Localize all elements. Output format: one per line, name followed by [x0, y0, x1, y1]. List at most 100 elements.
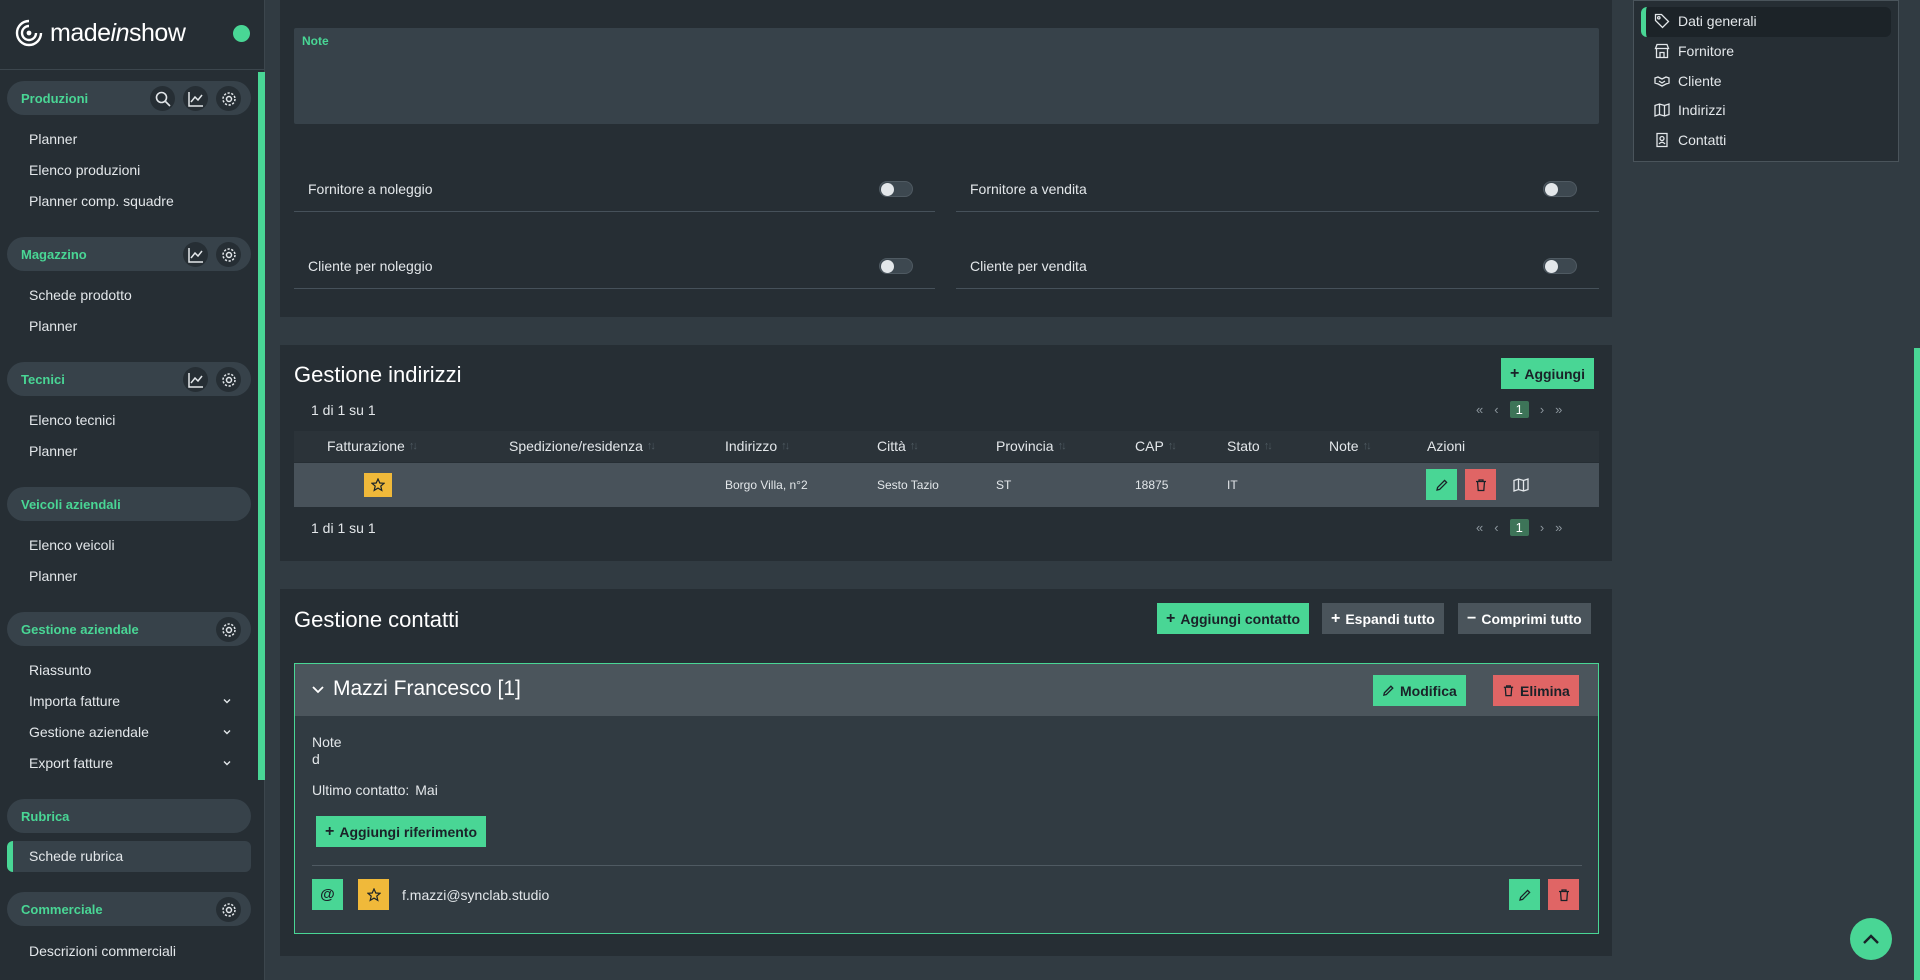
section-tecnici[interactable]: Tecnici	[7, 362, 251, 396]
section-nav-label: Fornitore	[1678, 43, 1735, 59]
add-address-button[interactable]: + Aggiungi	[1501, 358, 1594, 389]
first-page-icon[interactable]: «	[1476, 402, 1483, 417]
sidebar-item-planner[interactable]: Planner	[29, 318, 77, 334]
section-magazzino[interactable]: Magazzino	[7, 237, 251, 271]
sidebar-item-gestione-aziendale[interactable]: Gestione aziendale	[29, 724, 149, 740]
scroll-to-top-button[interactable]	[1850, 918, 1892, 960]
addresses-title: Gestione indirizzi	[294, 362, 462, 387]
sidebar-item-schede-prodotto[interactable]: Schede prodotto	[29, 287, 132, 303]
star-icon[interactable]	[358, 879, 389, 910]
edit-icon[interactable]	[1509, 879, 1540, 910]
col-citta[interactable]: Città ↑↓	[877, 438, 919, 454]
chevron-down-icon[interactable]	[222, 758, 232, 768]
col-indirizzo[interactable]: Indirizzo ↑↓	[725, 438, 790, 454]
chart-icon[interactable]	[183, 86, 208, 111]
contacts-title: Gestione contatti	[294, 607, 460, 632]
chart-icon[interactable]	[183, 367, 208, 392]
collapse-all-label: Comprimi tutto	[1481, 610, 1582, 627]
map-icon[interactable]	[1505, 469, 1536, 500]
section-produzioni[interactable]: Produzioni	[7, 81, 251, 115]
sidebar-item-riassunto[interactable]: Riassunto	[29, 662, 91, 678]
section-gestione-aziendale[interactable]: Gestione aziendale	[7, 612, 251, 646]
cell-citta: Sesto Tazio	[877, 478, 939, 492]
star-icon[interactable]	[364, 473, 392, 497]
sidebar-item-elenco-produzioni[interactable]: Elenco produzioni	[29, 162, 140, 178]
cliente-vendita-toggle[interactable]	[1543, 258, 1577, 274]
search-icon[interactable]	[150, 86, 175, 111]
fornitore-vendita-toggle[interactable]	[1543, 181, 1577, 197]
section-nav-indirizzi[interactable]: Indirizzi	[1654, 102, 1725, 118]
toggle-label: Fornitore a noleggio	[308, 181, 433, 197]
next-page-icon[interactable]: ›	[1540, 402, 1544, 417]
last-page-icon[interactable]: »	[1555, 402, 1562, 417]
sidebar-item-planner-squadre[interactable]: Planner comp. squadre	[29, 193, 174, 209]
section-nav-label: Cliente	[1678, 73, 1722, 89]
contact-card-header[interactable]: Mazzi Francesco [1] Modifica Elimina	[295, 664, 1598, 716]
next-page-icon[interactable]: ›	[1540, 520, 1544, 535]
col-spedizione[interactable]: Spedizione/residenza ↑↓	[509, 438, 656, 454]
section-nav-contatti[interactable]: Contatti	[1654, 132, 1726, 148]
section-nav-cliente[interactable]: Cliente	[1654, 73, 1722, 89]
table-row[interactable]: Borgo Villa, n°2 Sesto Tazio ST 18875 IT	[294, 463, 1599, 507]
section-commerciale[interactable]: Commerciale	[7, 892, 251, 926]
fornitore-noleggio-toggle[interactable]	[879, 181, 913, 197]
page-scrollbar[interactable]	[1914, 348, 1920, 980]
prev-page-icon[interactable]: ‹	[1494, 520, 1498, 535]
trash-icon[interactable]	[1465, 469, 1496, 500]
map-icon	[1654, 103, 1670, 117]
brand-name: madeinshow	[50, 18, 186, 47]
sidebar-item-planner[interactable]: Planner	[29, 131, 77, 147]
sidebar-item-planner[interactable]: Planner	[29, 443, 77, 459]
section-rubrica[interactable]: Rubrica	[7, 799, 251, 833]
plus-icon: +	[1331, 609, 1341, 627]
gear-icon[interactable]	[216, 86, 241, 111]
sidebar-item-elenco-tecnici[interactable]: Elenco tecnici	[29, 412, 115, 428]
gear-icon[interactable]	[216, 242, 241, 267]
section-nav-dati-generali[interactable]: Dati generali	[1654, 13, 1757, 29]
section-veicoli[interactable]: Veicoli aziendali	[7, 487, 251, 521]
gear-icon[interactable]	[216, 367, 241, 392]
page-number[interactable]: 1	[1509, 519, 1529, 536]
col-note[interactable]: Note ↑↓	[1329, 438, 1372, 454]
gear-icon[interactable]	[216, 617, 241, 642]
edit-contact-button[interactable]: Modifica	[1373, 675, 1466, 706]
page-number[interactable]: 1	[1509, 401, 1529, 418]
add-contact-button[interactable]: + Aggiungi contatto	[1157, 603, 1310, 634]
collapse-all-button[interactable]: − Comprimi tutto	[1458, 603, 1591, 634]
trash-icon[interactable]	[1548, 879, 1579, 910]
edit-icon[interactable]	[1426, 469, 1457, 500]
last-page-icon[interactable]: »	[1555, 520, 1562, 535]
expand-all-button[interactable]: + Espandi tutto	[1322, 603, 1444, 634]
cliente-noleggio-toggle[interactable]	[879, 258, 913, 274]
sidebar-item-schede-rubrica[interactable]: Schede rubrica	[29, 848, 123, 864]
sidebar-item-planner[interactable]: Planner	[29, 568, 77, 584]
section-title: Magazzino	[21, 246, 87, 262]
chevron-down-icon[interactable]	[222, 727, 232, 737]
contact-note-value: d	[312, 751, 320, 767]
col-cap[interactable]: CAP ↑↓	[1135, 438, 1177, 454]
col-fatturazione[interactable]: Fatturazione ↑↓	[327, 438, 418, 454]
gear-icon[interactable]	[216, 897, 241, 922]
col-stato[interactable]: Stato ↑↓	[1227, 438, 1273, 454]
section-title: Rubrica	[21, 808, 70, 824]
sidebar-scrollbar[interactable]	[258, 72, 265, 780]
sidebar-item-export-fatture[interactable]: Export fatture	[29, 755, 113, 771]
prev-page-icon[interactable]: ‹	[1494, 402, 1498, 417]
status-indicator	[233, 25, 250, 42]
note-field[interactable]: Note	[294, 28, 1599, 124]
chevron-down-icon[interactable]	[222, 696, 232, 706]
sidebar-item-descrizioni-commerciali[interactable]: Descrizioni commerciali	[29, 943, 176, 959]
delete-contact-button[interactable]: Elimina	[1493, 675, 1579, 706]
add-reference-button[interactable]: + Aggiungi riferimento	[316, 816, 487, 847]
sidebar-item-importa-fatture[interactable]: Importa fatture	[29, 693, 120, 709]
first-page-icon[interactable]: «	[1476, 520, 1483, 535]
minus-icon: −	[1467, 609, 1477, 627]
reference-email[interactable]: f.mazzi@synclab.studio	[402, 887, 549, 903]
logo[interactable]: madeinshow	[14, 18, 186, 48]
sidebar-item-elenco-veicoli[interactable]: Elenco veicoli	[29, 537, 115, 553]
col-provincia[interactable]: Provincia ↑↓	[996, 438, 1067, 454]
pagination-summary: 1 di 1 su 1	[311, 402, 376, 418]
chart-icon[interactable]	[183, 242, 208, 267]
chevron-down-icon[interactable]	[311, 684, 325, 696]
section-nav-fornitore[interactable]: Fornitore	[1654, 43, 1734, 59]
